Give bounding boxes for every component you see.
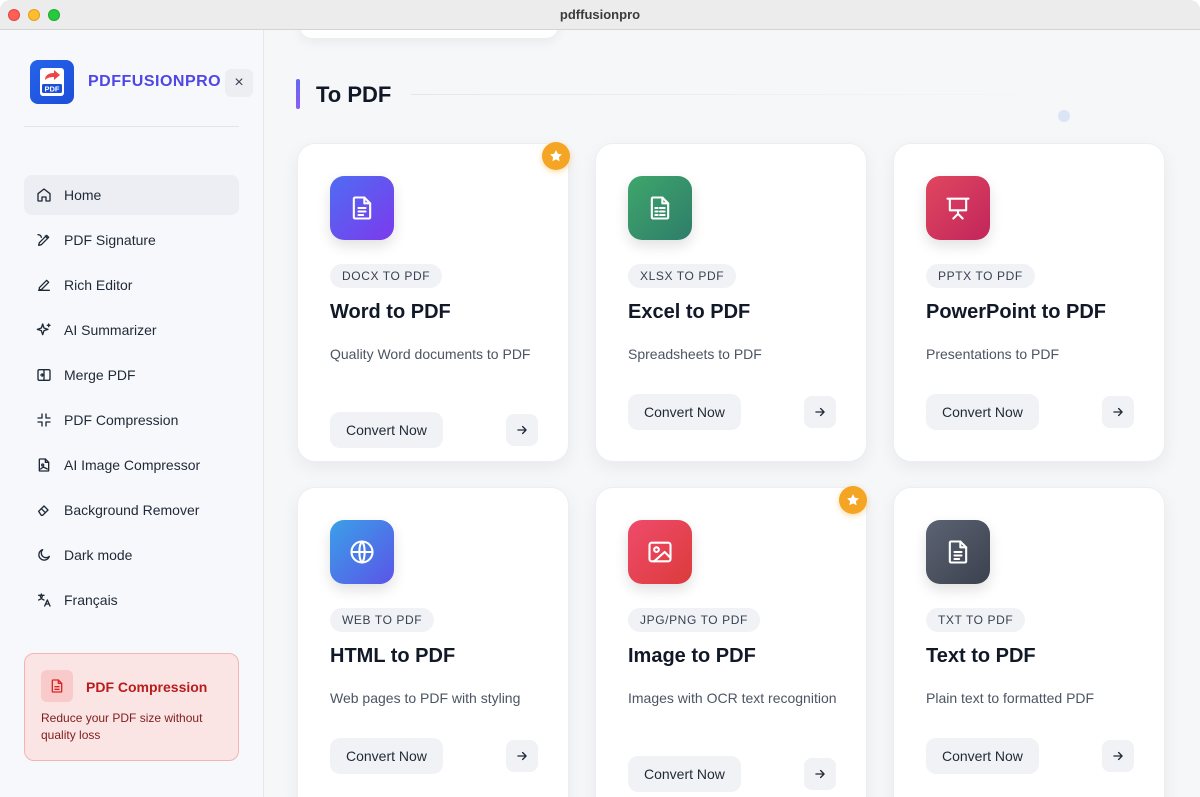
eraser-icon (36, 502, 52, 518)
section-title: To PDF (316, 82, 392, 107)
spreadsheet-icon (628, 176, 692, 240)
title-bar: pdffusionpro (0, 0, 1200, 30)
sidebar-item-pdf-compression[interactable]: PDF Compression (24, 400, 239, 440)
convert-now-button[interactable]: Convert Now (926, 738, 1039, 774)
sidebar-item-label: Background Remover (64, 502, 200, 518)
sidebar: PDF PDFFUSIONPRO × Home PDF Signature Ri… (0, 30, 264, 797)
sidebar-divider (24, 126, 239, 127)
sidebar-item-rich-editor[interactable]: Rich Editor (24, 265, 239, 305)
merge-icon (36, 367, 52, 383)
sidebar-nav: Home PDF Signature Rich Editor AI Summar… (24, 175, 239, 625)
translate-icon (36, 592, 52, 608)
sidebar-item-pdf-signature[interactable]: PDF Signature (24, 220, 239, 260)
arrow-right-icon[interactable] (804, 758, 836, 790)
arrow-right-icon[interactable] (1102, 396, 1134, 428)
format-tag: WEB TO PDF (330, 608, 435, 632)
sidebar-item-label: PDF Compression (64, 412, 179, 428)
promo-text: Reduce your PDF size without quality los… (41, 711, 203, 742)
document-icon (330, 176, 394, 240)
tool-card-powerpoint-to-pdf[interactable]: PPTX TO PDF PowerPoint to PDF Presentati… (893, 143, 1165, 462)
card-description: Images with OCR text recognition (628, 690, 837, 706)
format-tag: TXT TO PDF (926, 608, 1026, 632)
sidebar-item-ai-summarizer[interactable]: AI Summarizer (24, 310, 239, 350)
format-tag: DOCX TO PDF (330, 264, 443, 288)
sidebar-item-label: Français (64, 592, 118, 608)
card-title: PowerPoint to PDF (926, 301, 1106, 323)
sparkles-icon (36, 322, 52, 338)
sidebar-item-label: PDF Signature (64, 232, 156, 248)
card-description: Quality Word documents to PDF (330, 346, 531, 362)
tool-card-word-to-pdf[interactable]: DOCX TO PDF Word to PDF Quality Word doc… (297, 143, 569, 462)
pencil-icon (36, 277, 52, 293)
app-logo: PDF (30, 60, 74, 104)
close-icon: × (234, 74, 244, 91)
card-description: Presentations to PDF (926, 346, 1060, 362)
sidebar-item-home[interactable]: Home (24, 175, 239, 215)
tool-card-text-to-pdf[interactable]: TXT TO PDF Text to PDF Plain text to for… (893, 487, 1165, 797)
svg-text:PDF: PDF (45, 85, 60, 94)
sidebar-item-label: Merge PDF (64, 367, 136, 383)
logo-icon: PDF (40, 68, 64, 96)
moon-icon (36, 547, 52, 563)
text-file-icon (926, 520, 990, 584)
compress-icon (36, 412, 52, 428)
close-sidebar-button[interactable]: × (225, 69, 253, 97)
arrow-right-icon[interactable] (804, 396, 836, 428)
document-icon (41, 670, 73, 702)
promo-card[interactable]: PDF Compression Reduce your PDF size wit… (24, 653, 239, 761)
star-icon (542, 142, 570, 170)
sidebar-item-background-remover[interactable]: Background Remover (24, 490, 239, 530)
convert-now-button[interactable]: Convert Now (330, 738, 443, 774)
home-icon (36, 187, 52, 203)
sidebar-item-label: AI Summarizer (64, 322, 157, 338)
section-accent-bar (296, 79, 300, 109)
app-window: pdffusionpro PDF PDFFUSIONPRO × Home PDF… (0, 0, 1200, 797)
top-card-edge (300, 30, 558, 38)
main-content: To PDF DOCX TO PDF Word to PDF Quality W… (265, 30, 1200, 797)
tool-card-excel-to-pdf[interactable]: XLSX TO PDF Excel to PDF Spreadsheets to… (595, 143, 867, 462)
window-title: pdffusionpro (559, 7, 641, 22)
promo-title: PDF Compression (86, 679, 208, 695)
sidebar-item-language[interactable]: Français (24, 580, 239, 620)
star-icon (839, 486, 867, 514)
brand-name: PDFFUSIONPRO (88, 73, 222, 90)
arrow-right-icon[interactable] (506, 414, 538, 446)
convert-now-button[interactable]: Convert Now (926, 394, 1039, 430)
presentation-icon (926, 176, 990, 240)
image-icon (628, 520, 692, 584)
tool-card-html-to-pdf[interactable]: WEB TO PDF HTML to PDF Web pages to PDF … (297, 487, 569, 797)
convert-now-button[interactable]: Convert Now (628, 394, 741, 430)
convert-now-button[interactable]: Convert Now (330, 412, 443, 448)
convert-now-button[interactable]: Convert Now (628, 756, 741, 792)
card-description: Plain text to formatted PDF (926, 690, 1095, 706)
sidebar-item-label: Dark mode (64, 547, 133, 563)
format-tag: PPTX TO PDF (926, 264, 1035, 288)
card-title: Word to PDF (330, 301, 451, 323)
decorative-dot (1058, 110, 1070, 122)
card-title: Text to PDF (926, 645, 1036, 667)
tool-card-image-to-pdf[interactable]: JPG/PNG TO PDF Image to PDF Images with … (595, 487, 867, 797)
sidebar-item-ai-image-compressor[interactable]: AI Image Compressor (24, 445, 239, 485)
sidebar-item-dark-mode[interactable]: Dark mode (24, 535, 239, 575)
card-description: Spreadsheets to PDF (628, 346, 762, 362)
signature-icon (36, 232, 52, 248)
globe-icon (330, 520, 394, 584)
sidebar-item-merge-pdf[interactable]: Merge PDF (24, 355, 239, 395)
format-tag: JPG/PNG TO PDF (628, 608, 760, 632)
card-description: Web pages to PDF with styling (330, 690, 521, 706)
arrow-right-icon[interactable] (506, 740, 538, 772)
sidebar-item-label: Rich Editor (64, 277, 133, 293)
sidebar-item-label: Home (64, 187, 102, 203)
card-title: Excel to PDF (628, 301, 751, 323)
sidebar-item-label: AI Image Compressor (64, 457, 201, 473)
card-title: HTML to PDF (330, 645, 456, 667)
section-divider (411, 94, 1091, 95)
arrow-right-icon[interactable] (1102, 740, 1134, 772)
image-file-icon (36, 457, 52, 473)
format-tag: XLSX TO PDF (628, 264, 737, 288)
card-title: Image to PDF (628, 645, 756, 667)
